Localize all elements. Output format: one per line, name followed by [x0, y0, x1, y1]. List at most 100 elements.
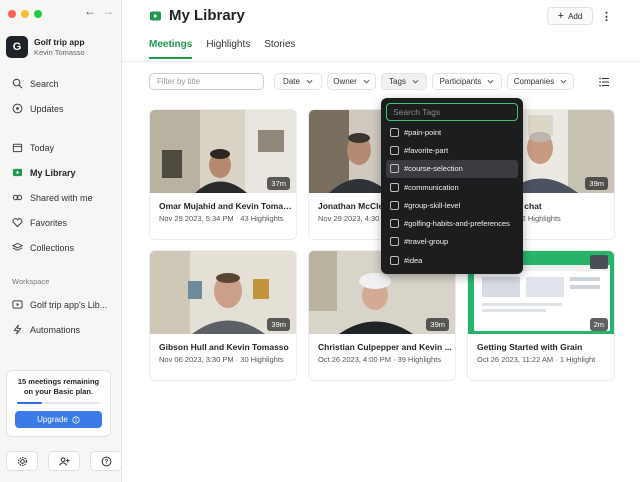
tag-option[interactable]: #course-selection	[386, 159, 518, 178]
filter-owner-button[interactable]: Owner	[327, 73, 376, 90]
plus-icon: +	[557, 10, 565, 22]
main-nav: Today My Library Shared with me Favorite…	[8, 135, 116, 260]
plan-card: 15 meetings remaining on your Basic plan…	[6, 370, 111, 437]
tag-option[interactable]: #golfing-habits-and-preferences	[386, 214, 518, 232]
filter-participants-button[interactable]: Participants	[432, 73, 502, 90]
filter-label: Participants	[439, 77, 482, 86]
svg-text:?: ?	[104, 458, 108, 465]
duration-badge: 2m	[589, 318, 608, 331]
list-view-icon[interactable]	[599, 77, 609, 87]
close-window-button[interactable]	[8, 10, 16, 18]
meeting-card[interactable]: 37m Omar Mujahid and Kevin Tomasso Nov 2…	[149, 109, 297, 240]
chevron-down-icon	[412, 79, 419, 84]
meeting-card[interactable]: 39m Gibson Hull and Kevin Tomasso Nov 06…	[149, 250, 297, 381]
maximize-window-button[interactable]	[34, 10, 42, 18]
back-arrow-icon[interactable]: ←	[84, 4, 96, 18]
sidebar-item-collections[interactable]: Collections	[8, 235, 116, 260]
add-button[interactable]: + Add	[547, 7, 593, 25]
top-nav: Search Updates	[8, 71, 116, 121]
forward-arrow-icon[interactable]: →	[102, 4, 114, 18]
minimize-window-button[interactable]	[21, 10, 29, 18]
sidebar-item-updates[interactable]: Updates	[8, 96, 116, 121]
upgrade-button[interactable]: Upgrade	[15, 411, 102, 428]
info-icon	[72, 415, 80, 424]
filter-title-input[interactable]	[149, 73, 264, 90]
tag-label: #group-skill-level	[404, 200, 461, 210]
library-tabs: Meetings Highlights Stories	[149, 39, 295, 59]
user-name: Kevin Tomasso	[34, 48, 85, 57]
filter-label: Date	[283, 77, 300, 86]
workspace-section-label: Workspace	[12, 277, 50, 286]
checkbox-icon[interactable]	[390, 145, 399, 155]
add-label: Add	[568, 11, 583, 21]
sidebar-item-label: Golf trip app's Lib...	[30, 299, 108, 310]
tag-option[interactable]: #idea	[386, 251, 518, 269]
sidebar-item-favorites[interactable]: Favorites	[8, 210, 116, 235]
checkbox-icon[interactable]	[390, 182, 399, 192]
page-title: My Library	[149, 7, 245, 24]
tag-option[interactable]: #pain-point	[386, 123, 518, 141]
tab-stories[interactable]: Stories	[264, 39, 295, 59]
meeting-meta: Nov 06 2023, 3:30 PM · 30 Highlights	[159, 355, 284, 364]
workspace-switcher[interactable]: G Golf trip app Kevin Tomasso	[6, 36, 85, 58]
sidebar-item-today[interactable]: Today	[8, 135, 116, 160]
filter-companies-button[interactable]: Companies	[507, 73, 574, 90]
checkbox-icon[interactable]	[390, 127, 399, 137]
tag-option[interactable]: #group-skill-level	[386, 196, 518, 214]
tab-meetings[interactable]: Meetings	[149, 39, 193, 59]
sidebar-item-label: Search	[30, 78, 59, 89]
plan-usage-fill	[17, 402, 42, 404]
checkbox-icon[interactable]	[390, 219, 399, 229]
sidebar-item-automations[interactable]: Automations	[8, 317, 116, 342]
sidebar-item-label: Updates	[30, 103, 64, 114]
tab-highlights[interactable]: Highlights	[206, 39, 250, 59]
workspace-name: Golf trip app	[34, 37, 85, 47]
sidebar-item-label: Favorites	[30, 217, 68, 228]
filter-date-button[interactable]: Date	[274, 73, 322, 90]
collections-icon	[12, 242, 23, 251]
tag-option[interactable]: #favorite-part	[386, 141, 518, 159]
add-user-icon	[58, 456, 70, 466]
duration-badge: 39m	[585, 177, 608, 190]
plan-remaining-text: 15 meetings remaining on your Basic plan…	[17, 377, 100, 396]
sidebar-item-workspace-library[interactable]: Golf trip app's Lib...	[8, 292, 116, 317]
filter-tags-button[interactable]: Tags	[381, 73, 427, 90]
tag-label: #communication	[404, 182, 459, 192]
tags-list: #pain-point #favorite-part #course-selec…	[386, 123, 518, 269]
chevron-down-icon	[306, 79, 313, 84]
sidebar-item-shared[interactable]: Shared with me	[8, 185, 116, 210]
filter-label: Companies	[513, 77, 555, 86]
tag-label: #travel-group	[404, 237, 449, 247]
library-icon	[12, 168, 23, 177]
history-nav: ← →	[84, 4, 114, 18]
chevron-down-icon	[487, 79, 494, 84]
settings-button[interactable]	[6, 451, 38, 471]
sidebar-item-label: My Library	[30, 167, 76, 178]
sidebar-item-label: Automations	[30, 324, 81, 335]
duration-badge: 39m	[426, 318, 449, 331]
invite-user-button[interactable]	[48, 451, 80, 471]
help-icon: ?	[101, 456, 111, 466]
sidebar-item-label: Shared with me	[30, 192, 93, 203]
checkbox-icon[interactable]	[390, 164, 399, 174]
tag-option[interactable]: #travel-group	[386, 233, 518, 251]
chevron-down-icon	[363, 79, 370, 84]
meeting-title: Omar Mujahid and Kevin Tomasso	[159, 201, 293, 211]
checkbox-icon[interactable]	[390, 237, 399, 247]
meeting-meta: Oct 26 2023, 4:00 PM · 39 Highlights	[318, 355, 441, 364]
sidebar-item-my-library[interactable]: My Library	[8, 160, 116, 185]
checkbox-icon[interactable]	[390, 200, 399, 210]
plan-usage-bar	[17, 402, 100, 404]
updates-icon	[12, 103, 23, 114]
window-controls	[8, 10, 42, 18]
heart-icon	[12, 218, 23, 228]
checkbox-icon[interactable]	[390, 255, 399, 265]
tags-search-input[interactable]	[386, 103, 518, 121]
help-button[interactable]: ?	[90, 451, 122, 471]
tag-label: #pain-point	[404, 127, 442, 137]
tag-option[interactable]: #communication	[386, 178, 518, 196]
more-options-icon[interactable]: ⋮	[601, 10, 612, 23]
main-content: My Library + Add ⋮ Meetings Highlights S…	[122, 0, 640, 482]
library-icon	[150, 11, 161, 20]
sidebar-item-search[interactable]: Search	[8, 71, 116, 96]
